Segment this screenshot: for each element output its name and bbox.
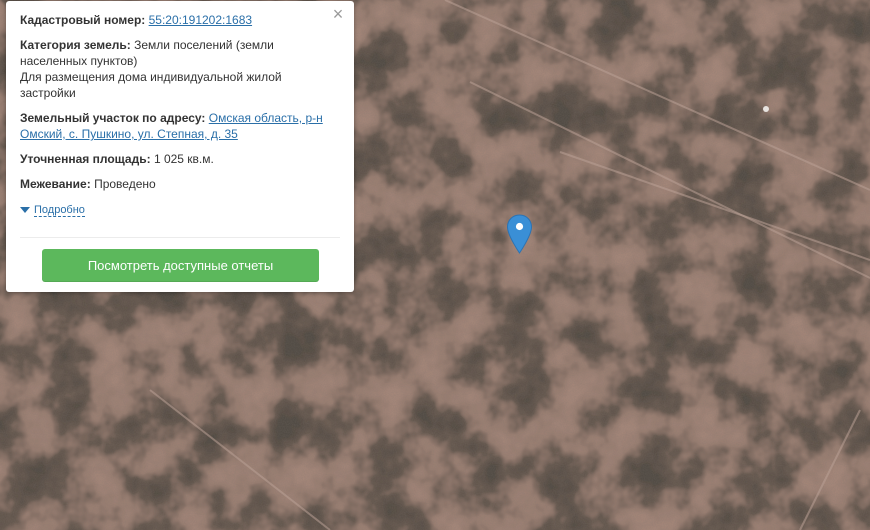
- map-viewport[interactable]: × Кадастровый номер: 55:20:191202:1683 К…: [0, 0, 870, 530]
- address-row: Земельный участок по адресу: Омская обла…: [20, 110, 340, 142]
- area-row: Уточненная площадь: 1 025 кв.м.: [20, 151, 340, 167]
- area-label: Уточненная площадь:: [20, 152, 151, 166]
- land-category-row: Категория земель: Земли поселений (земли…: [20, 37, 340, 101]
- address-label: Земельный участок по адресу:: [20, 111, 206, 125]
- land-purpose-value: Для размещения дома индивидуальной жилой…: [20, 70, 282, 100]
- close-icon[interactable]: ×: [330, 5, 346, 23]
- area-value: 1 025 кв.м.: [153, 152, 214, 166]
- parcel-info-popup: × Кадастровый номер: 55:20:191202:1683 К…: [6, 1, 354, 292]
- land-category-label: Категория земель:: [20, 38, 131, 52]
- cadastral-number-row: Кадастровый номер: 55:20:191202:1683: [20, 12, 340, 28]
- bright-spot: [763, 106, 769, 112]
- survey-value: Проведено: [94, 177, 156, 191]
- details-link[interactable]: Подробно: [34, 204, 85, 217]
- cadastral-number-label: Кадастровый номер:: [20, 13, 146, 27]
- map-pin-icon[interactable]: [506, 214, 533, 254]
- survey-row: Межевание: Проведено: [20, 176, 340, 192]
- triangle-down-icon: [20, 207, 30, 213]
- cadastral-number-link[interactable]: 55:20:191202:1683: [149, 13, 252, 27]
- details-toggle[interactable]: Подробно: [20, 202, 340, 218]
- view-reports-button[interactable]: Посмотреть доступные отчеты: [42, 249, 319, 282]
- popup-divider: [20, 237, 340, 238]
- survey-label: Межевание:: [20, 177, 91, 191]
